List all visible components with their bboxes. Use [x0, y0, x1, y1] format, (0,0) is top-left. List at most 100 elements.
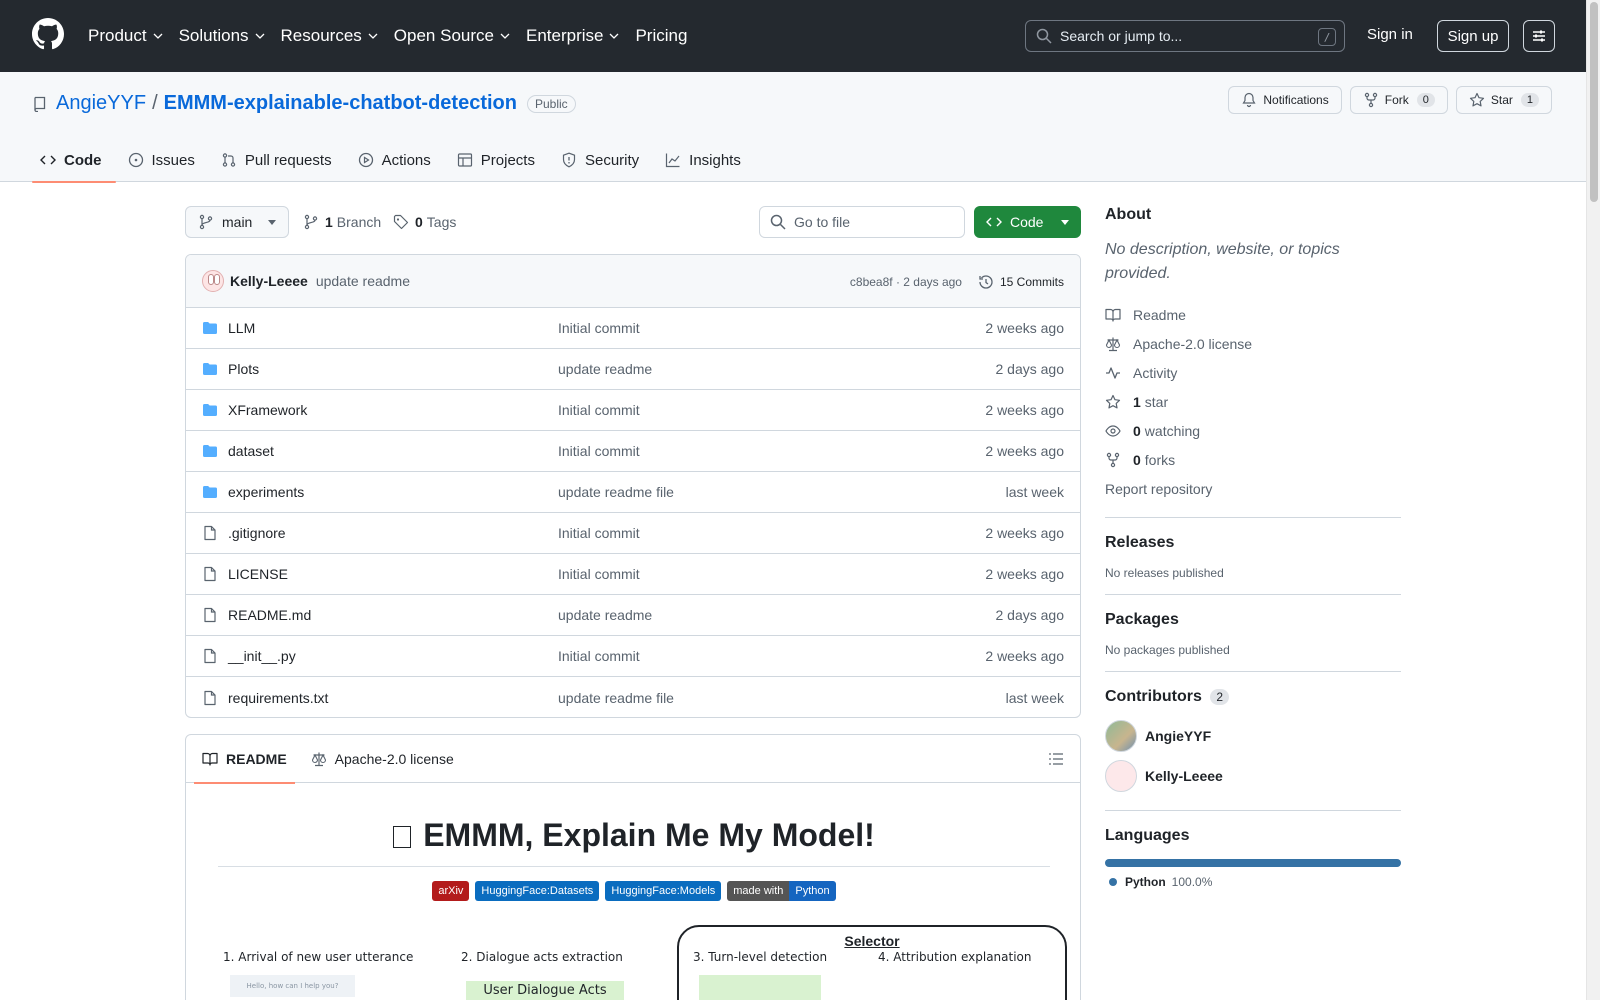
license-tab-label: Apache-2.0 license: [334, 750, 454, 767]
file-row[interactable]: requirements.txt update readme file last w…: [186, 677, 1080, 717]
branches-link[interactable]: 1 Branch: [303, 214, 381, 230]
branch-selector[interactable]: main: [185, 206, 289, 238]
about-item-forks[interactable]: 0 forks: [1105, 445, 1401, 474]
file-name-link[interactable]: requirements.txt: [228, 690, 558, 706]
file-name-link[interactable]: LICENSE: [228, 566, 558, 582]
repo-owner-link[interactable]: AngieYYF: [56, 92, 146, 115]
fork-button[interactable]: Fork 0: [1349, 86, 1448, 114]
notifications-button[interactable]: Notifications: [1228, 86, 1342, 114]
file-row[interactable]: Plots update readme 2 days ago: [186, 349, 1080, 390]
tab-issues[interactable]: Issues: [120, 138, 209, 182]
about-item-apache-2-0-license[interactable]: Apache-2.0 license: [1105, 329, 1401, 358]
tab-code[interactable]: Code: [32, 138, 116, 183]
file-commit-message[interactable]: update readme: [558, 361, 652, 377]
sign-up-button[interactable]: Sign up: [1437, 20, 1509, 52]
list-outline-icon[interactable]: [1048, 751, 1064, 767]
tab-insights[interactable]: Insights: [657, 138, 755, 182]
file-name-link[interactable]: Plots: [228, 361, 558, 377]
badge[interactable]: HuggingFace:Models: [605, 881, 722, 901]
badge-right: Python: [789, 881, 836, 901]
commit-message-link[interactable]: update readme: [316, 273, 410, 289]
commits-link[interactable]: 15 Commits: [978, 274, 1064, 290]
report-repository-link[interactable]: Report repository: [1105, 474, 1401, 503]
file-name-link[interactable]: __init__.py: [228, 648, 558, 664]
file-name-link[interactable]: README.md: [228, 607, 558, 623]
file-commit-message[interactable]: update readme file: [558, 484, 674, 500]
nav-label: Enterprise: [525, 26, 604, 45]
badge-left: arXiv: [432, 881, 470, 901]
file-row[interactable]: __init__.py Initial commit 2 weeks ago: [186, 636, 1080, 677]
nav-product[interactable]: Product: [88, 26, 163, 46]
global-header: Product Solutions Resources Open Source …: [0, 0, 1600, 72]
file-row[interactable]: LICENSE Initial commit 2 weeks ago: [186, 554, 1080, 595]
nav-enterprise[interactable]: Enterprise: [526, 26, 619, 46]
star-icon: [1469, 92, 1484, 107]
contributor[interactable]: Kelly-Leeee: [1105, 756, 1401, 796]
go-to-file-input[interactable]: Go to file: [759, 206, 965, 238]
file-row[interactable]: .gitignore Initial commit 2 weeks ago: [186, 513, 1080, 554]
contributor[interactable]: AngieYYF: [1105, 716, 1401, 756]
about-item-watching[interactable]: 0 watching: [1105, 416, 1401, 445]
file-row[interactable]: LLM Initial commit 2 weeks ago: [186, 308, 1080, 349]
settings-menu-button[interactable]: [1523, 20, 1555, 52]
packages-heading[interactable]: Packages: [1105, 611, 1401, 629]
scrollbar-thumb[interactable]: [1590, 2, 1598, 202]
file-commit-message[interactable]: update readme: [558, 607, 652, 623]
avatar[interactable]: [202, 270, 224, 292]
file-name-link[interactable]: LLM: [228, 320, 558, 336]
contributor-name: AngieYYF: [1145, 728, 1212, 744]
about-item-star[interactable]: 1 star: [1105, 387, 1401, 416]
search-icon: [770, 214, 786, 230]
file-row[interactable]: experiments update readme file last week: [186, 472, 1080, 513]
eye-icon: [1105, 424, 1121, 437]
book-icon: [1105, 308, 1121, 322]
file-row[interactable]: XFramework Initial commit 2 weeks ago: [186, 390, 1080, 431]
nav-pricing[interactable]: Pricing: [635, 26, 687, 46]
file-commit-message[interactable]: Initial commit: [558, 402, 640, 418]
nav-solutions[interactable]: Solutions: [179, 26, 265, 46]
file-commit-message[interactable]: Initial commit: [558, 648, 640, 664]
nav-open-source[interactable]: Open Source: [394, 26, 510, 46]
tab-pull-requests[interactable]: Pull requests: [213, 138, 346, 182]
badge[interactable]: arXiv: [432, 881, 470, 901]
tab-license[interactable]: Apache-2.0 license: [303, 735, 462, 783]
nav-resources[interactable]: Resources: [281, 26, 378, 46]
about-item-activity[interactable]: Activity: [1105, 358, 1401, 387]
file-row[interactable]: dataset Initial commit 2 weeks ago: [186, 431, 1080, 472]
tag-count: 0: [415, 214, 423, 230]
badge-row: arXiv HuggingFace:Datasets HuggingFace:Mod…: [186, 881, 1080, 901]
tags-link[interactable]: 0 Tags: [393, 214, 456, 230]
repo-name-link[interactable]: EMMM-explainable-chatbot-detection: [164, 92, 517, 115]
folder-icon: [203, 363, 217, 375]
about-item-readme[interactable]: Readme: [1105, 300, 1401, 329]
badge[interactable]: made with Python: [727, 881, 836, 901]
tab-actions[interactable]: Actions: [350, 138, 445, 182]
global-search-input[interactable]: Search or jump to... /: [1025, 20, 1345, 52]
file-commit-message[interactable]: Initial commit: [558, 443, 640, 459]
contributors-heading[interactable]: Contributors 2: [1105, 688, 1401, 706]
tab-security[interactable]: Security: [553, 138, 653, 182]
commit-author-link[interactable]: Kelly-Leeee: [230, 273, 308, 289]
tab-projects[interactable]: Projects: [449, 138, 549, 182]
file-row[interactable]: README.md update readme 2 days ago: [186, 595, 1080, 636]
file-commit-message[interactable]: Initial commit: [558, 320, 640, 336]
sign-in-link[interactable]: Sign in: [1367, 26, 1413, 43]
sliders-icon: [1533, 30, 1545, 42]
page-scrollbar[interactable]: [1586, 0, 1600, 1000]
tab-readme[interactable]: README: [194, 735, 295, 784]
file-commit-message[interactable]: update readme file: [558, 690, 674, 706]
file-commit-message[interactable]: Initial commit: [558, 566, 640, 582]
file-name-link[interactable]: XFramework: [228, 402, 558, 418]
file-name-link[interactable]: experiments: [228, 484, 558, 500]
releases-heading[interactable]: Releases: [1105, 534, 1401, 552]
github-logo-icon[interactable]: [32, 18, 64, 50]
branch-count: 1: [325, 214, 333, 230]
commit-hash-time[interactable]: c8bea8f · 2 days ago: [850, 275, 962, 289]
file-commit-message[interactable]: Initial commit: [558, 525, 640, 541]
file-name-link[interactable]: dataset: [228, 443, 558, 459]
language-item[interactable]: Python 100.0%: [1105, 875, 1401, 889]
star-button[interactable]: Star 1: [1455, 86, 1552, 114]
code-dropdown-button[interactable]: Code: [974, 206, 1081, 238]
badge[interactable]: HuggingFace:Datasets: [475, 881, 600, 901]
file-name-link[interactable]: .gitignore: [228, 525, 558, 541]
